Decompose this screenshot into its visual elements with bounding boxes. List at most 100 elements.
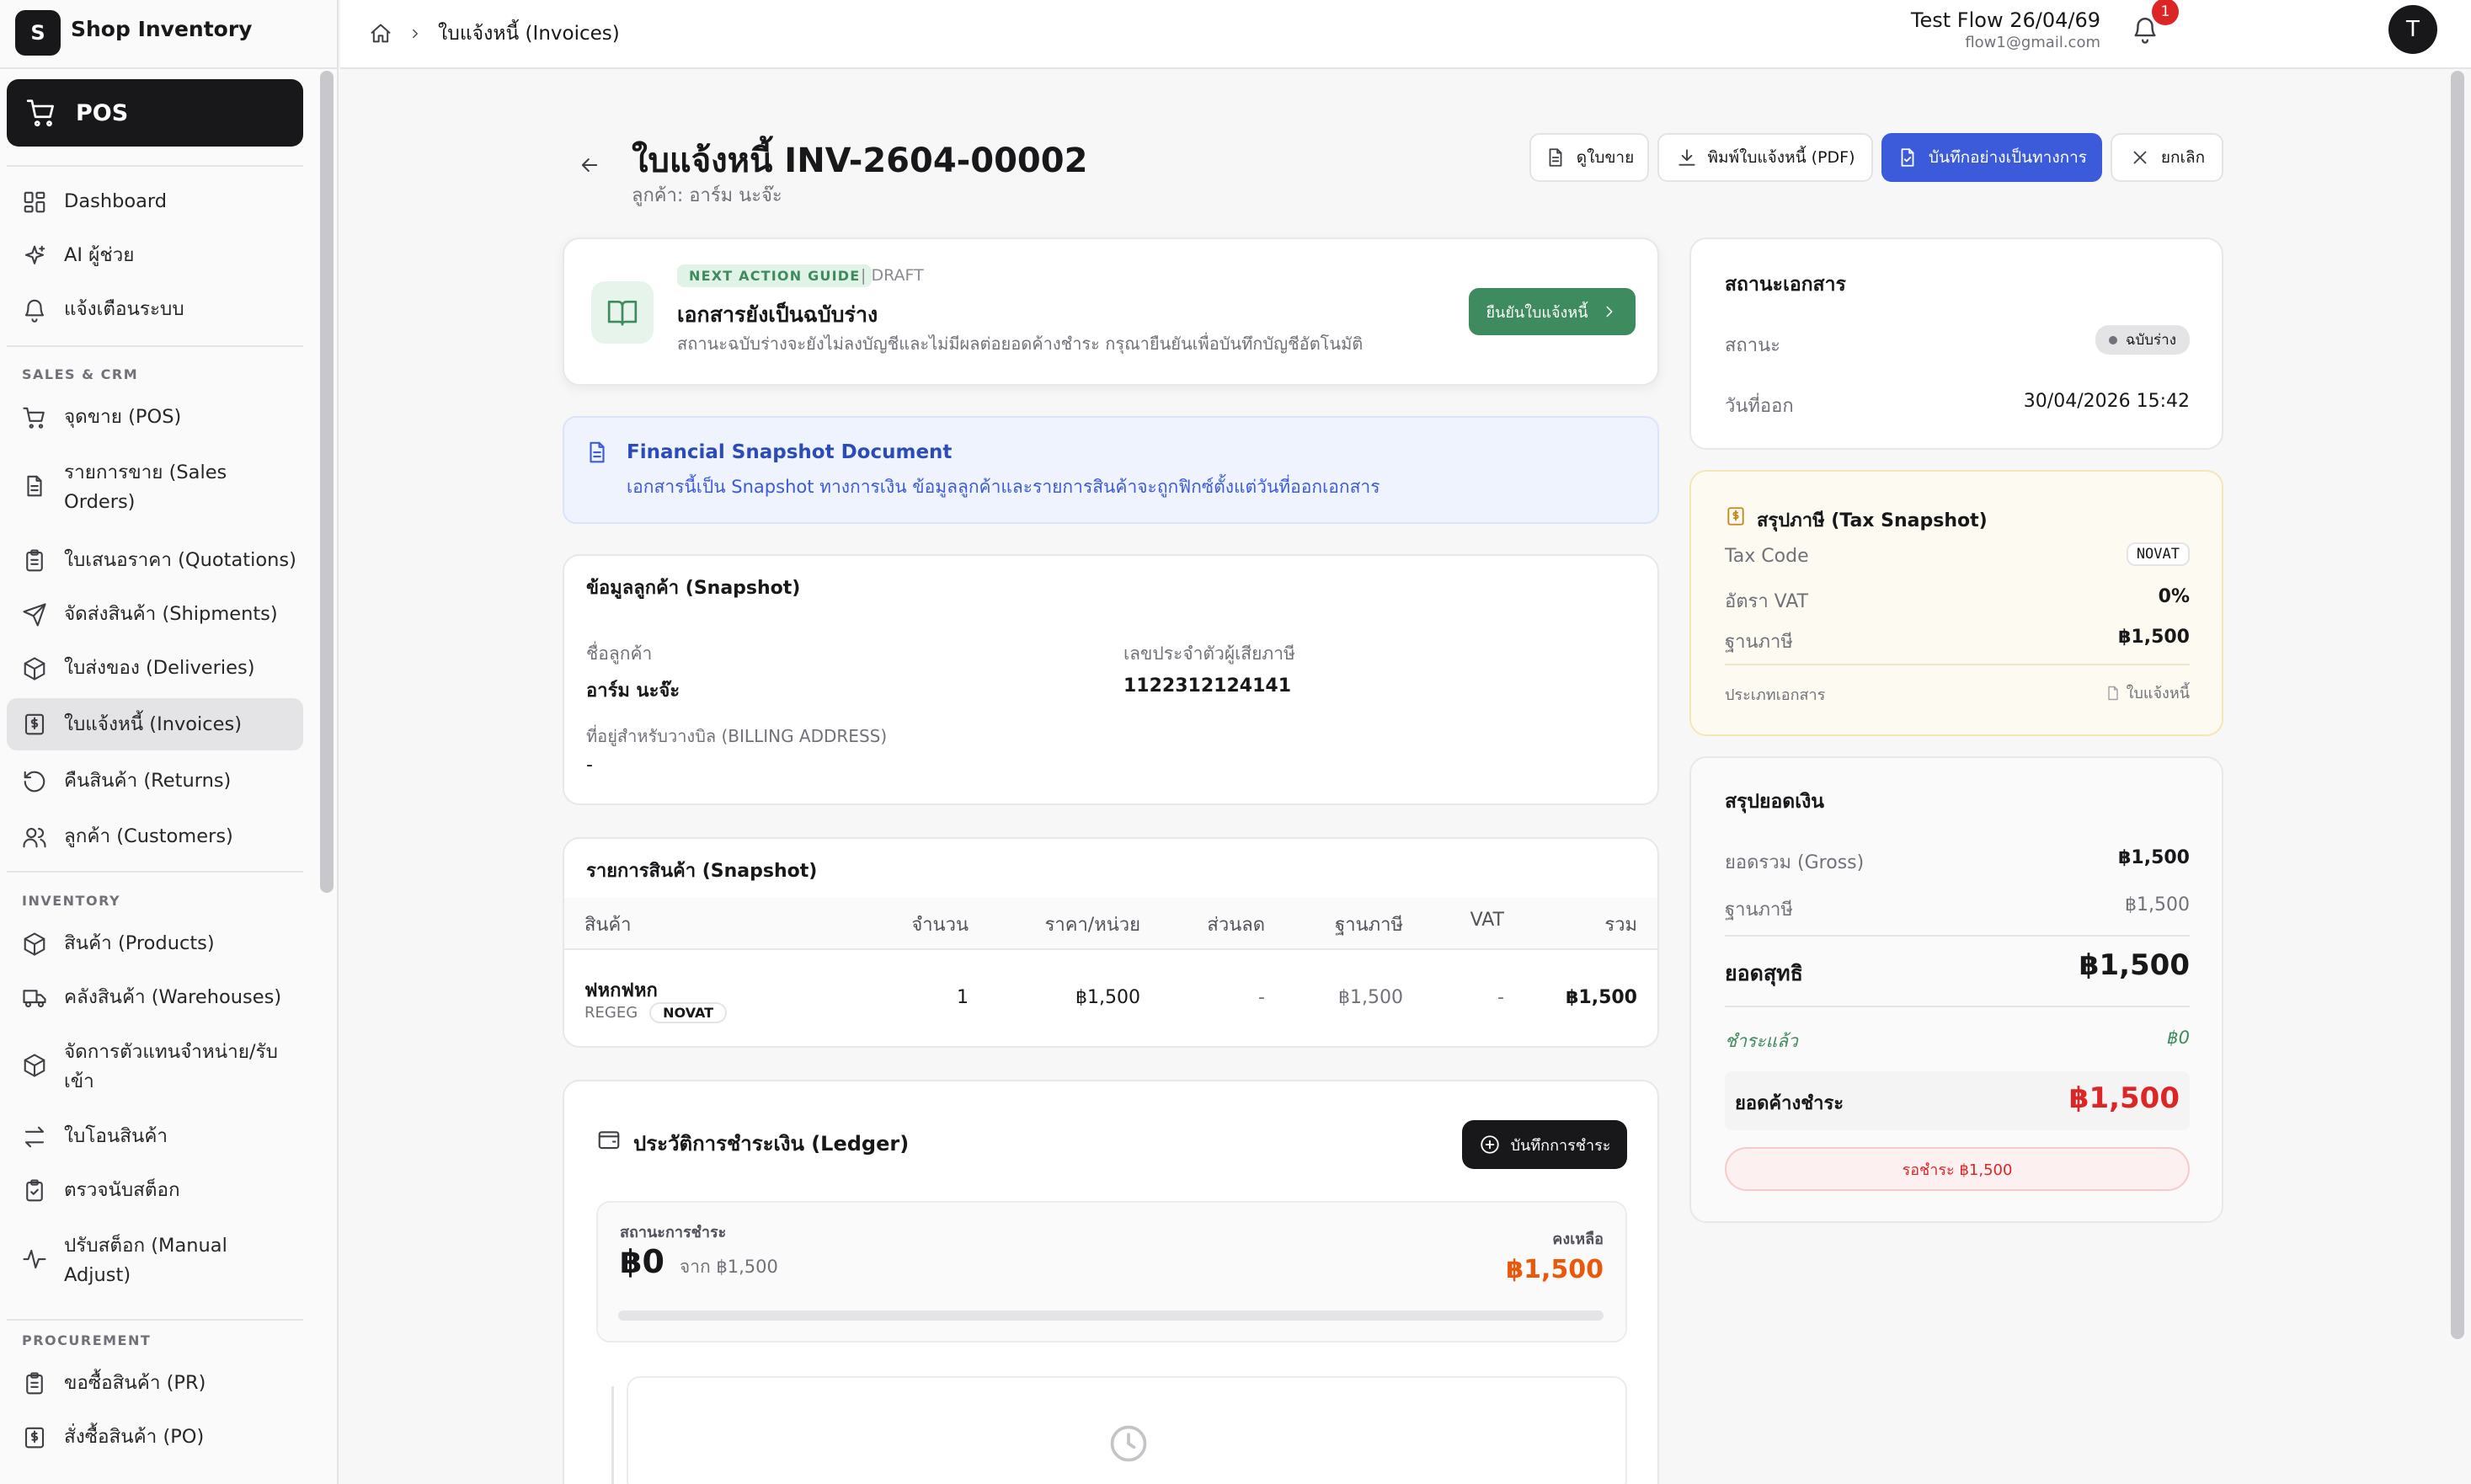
sidebar-item-label: ขอซื้อสินค้า (PR) — [64, 1372, 206, 1394]
snapshot-description: เอกสารนี้เป็น Snapshot ทางการเงิน ข้อมูล… — [627, 477, 1380, 497]
sidebar-item-stock-count[interactable]: ตรวจนับสต็อก — [7, 1176, 303, 1205]
pos-button[interactable]: POS — [7, 79, 303, 147]
record-payment-button[interactable]: บันทึกการชำระ — [1462, 1120, 1627, 1169]
tax-id-label: เลขประจำตัวผู้เสียภาษี — [1123, 643, 1295, 664]
of-total: จาก ฿1,500 — [679, 1257, 778, 1277]
confirm-invoice-button[interactable]: ยืนยันใบแจ้งหนี้ — [1469, 288, 1636, 335]
sidebar-item-dashboard[interactable]: Dashboard — [7, 187, 303, 216]
sidebar-item-suppliers[interactable]: จัดการตัวแทนจำหน่าย/รับ เข้า — [7, 1038, 303, 1097]
vat-rate-label: อัตรา VAT — [1725, 591, 1809, 612]
customer-name-label: ชื่อลูกค้า — [586, 643, 653, 664]
box-icon — [24, 932, 45, 956]
item-price: ฿1,500 — [1075, 987, 1140, 1008]
page-subtitle: ลูกค้า: อาร์ม นะจ๊ะ — [632, 185, 782, 206]
snapshot-title: Financial Snapshot Document — [627, 441, 953, 463]
document-icon — [1549, 148, 1562, 167]
sidebar-item-label: ปรับสต็อก (Manual — [64, 1235, 227, 1257]
breadcrumb: ใบแจ้งหนี้ (Invoices) — [369, 19, 620, 49]
sidebar-divider — [7, 1319, 303, 1321]
payment-status-panel: สถานะการชำระ ฿0 จาก ฿1,500 คงเหลือ ฿1,50… — [596, 1201, 1627, 1343]
item-meta: REGEG NOVAT — [584, 1002, 728, 1023]
guide-tag: NEXT ACTION GUIDE — [677, 264, 873, 287]
summary-tax-base-value: ฿1,500 — [2125, 894, 2190, 915]
gross-value: ฿1,500 — [2118, 847, 2190, 868]
file-check-icon — [1901, 148, 1914, 167]
paid-amount: ฿0 — [620, 1243, 664, 1280]
sidebar-item-invoices[interactable]: ใบแจ้งหนี้ (Invoices) — [7, 698, 303, 750]
brand-header[interactable]: S Shop Inventory — [0, 0, 339, 69]
sidebar-item-customers[interactable]: ลูกค้า (Customers) — [7, 822, 303, 851]
save-official-label: บันทึกอย่างเป็นทางการ — [1929, 148, 2087, 167]
breadcrumb-current[interactable]: ใบแจ้งหนี้ (Invoices) — [438, 19, 620, 49]
sidebar-item-shipments[interactable]: จัดส่งสินค้า (Shipments) — [7, 600, 303, 629]
sidebar-item-transfers[interactable]: ใบโอนสินค้า — [7, 1122, 303, 1151]
file-icon — [2107, 686, 2118, 700]
sidebar-divider — [7, 871, 303, 873]
sidebar-item-quotations[interactable]: ใบเสนอราคา (Quotations) — [7, 546, 303, 575]
payment-progress-bar — [618, 1311, 1604, 1321]
status-badge: ฉบับร่าง — [2095, 325, 2190, 355]
summary-title: สรุปยอดเงิน — [1725, 791, 1825, 813]
arrow-left-icon — [581, 158, 598, 172]
main-scrollbar[interactable] — [2451, 71, 2464, 1339]
vat-rate-value: 0% — [2158, 586, 2190, 607]
issue-date-label: วันที่ออก — [1725, 396, 1794, 417]
sidebar-item-sales-orders[interactable]: รายการขาย (Sales Orders) — [7, 458, 303, 517]
sidebar-item-purchase-orders[interactable]: สั่งซื้อสินค้า (PO) — [7, 1423, 303, 1452]
doc-status-label: สถานะ — [1725, 335, 1780, 356]
status-dot — [2108, 335, 2117, 344]
save-official-button[interactable]: บันทึกอย่างเป็นทางการ — [1881, 133, 2102, 182]
doc-type-value-wrap: ใบแจ้งหนี้ — [2105, 681, 2190, 705]
section-inventory: INVENTORY — [22, 893, 121, 909]
avatar[interactable]: T — [2388, 5, 2437, 54]
tax-id: 1122312124141 — [1123, 675, 1291, 697]
print-pdf-button[interactable]: พิมพ์ใบแจ้งหนี้ (PDF) — [1657, 133, 1873, 182]
cancel-button[interactable]: ยกเลิก — [2111, 133, 2223, 182]
return-icon — [24, 771, 45, 792]
net-value: ฿1,500 — [2079, 948, 2190, 982]
users-icon — [23, 827, 46, 847]
outstanding-value: ฿1,500 — [2068, 1081, 2180, 1115]
col-discount: ส่วนลด — [1207, 915, 1265, 936]
sidebar-item-manual-adjust[interactable]: ปรับสต็อก (Manual Adjust) — [7, 1231, 303, 1290]
section-sales-crm: SALES & CRM — [22, 366, 139, 382]
invoice-icon — [24, 1427, 45, 1448]
send-icon — [23, 602, 46, 627]
sidebar-item-deliveries[interactable]: ใบส่งของ (Deliveries) — [7, 654, 303, 683]
sidebar-item-label: ใบแจ้งหนี้ (Invoices) — [64, 713, 243, 735]
back-button[interactable] — [578, 153, 601, 177]
sidebar-item-products[interactable]: สินค้า (Products) — [7, 929, 303, 958]
sidebar-item-label: สั่งซื้อสินค้า (PO) — [64, 1426, 205, 1448]
outstanding-row: ยอดค้างชำระ ฿1,500 — [1725, 1071, 2190, 1130]
tax-snapshot-card: สรุปภาษี (Tax Snapshot) Tax Code NOVAT อ… — [1689, 470, 2223, 736]
summary-divider — [1725, 935, 2190, 937]
home-icon[interactable] — [369, 22, 392, 45]
sparkle-icon — [24, 245, 45, 264]
transfer-icon — [24, 1126, 45, 1147]
sidebar-item-label: รายการขาย (Sales — [64, 462, 227, 483]
clipboard-icon — [26, 548, 43, 571]
doc-type-value: ใบแจ้งหนี้ — [2126, 685, 2190, 702]
sidebar: S Shop Inventory POS Dashboard AI ผู้ช่ว… — [0, 0, 339, 1484]
col-total: รวม — [1604, 915, 1637, 936]
doc-status-title: สถานะเอกสาร — [1725, 274, 1846, 296]
ledger-empty-state — [627, 1376, 1627, 1484]
sidebar-item-returns[interactable]: คืนสินค้า (Returns) — [7, 766, 303, 796]
item-vat: - — [1497, 987, 1504, 1008]
sidebar-item-purchase-requests[interactable]: ขอซื้อสินค้า (PR) — [7, 1369, 303, 1398]
chevron-right-icon — [1605, 306, 1613, 318]
confirm-invoice-label: ยืนยันใบแจ้งหนี้ — [1486, 303, 1588, 322]
document-icon — [590, 441, 605, 463]
sidebar-scrollbar[interactable] — [320, 71, 334, 893]
sidebar-item-notifications[interactable]: แจ้งเตือนระบบ — [7, 295, 303, 324]
sidebar-divider — [7, 165, 303, 167]
sidebar-item-ai-assistant[interactable]: AI ผู้ช่วย — [7, 241, 303, 270]
sidebar-item-label: จัดส่งสินค้า (Shipments) — [64, 603, 278, 625]
item-vat-tag: NOVAT — [649, 1002, 728, 1023]
sidebar-item-warehouses[interactable]: คลังสินค้า (Warehouses) — [7, 983, 303, 1012]
view-sale-button[interactable]: ดูใบขาย — [1529, 133, 1649, 182]
net-label: ยอดสุทธิ — [1725, 961, 1803, 985]
sidebar-item-pos[interactable]: จุดขาย (POS) — [7, 403, 303, 432]
item-discount: - — [1258, 987, 1265, 1008]
guide-title: เอกสารยังเป็นฉบับร่าง — [677, 302, 878, 327]
